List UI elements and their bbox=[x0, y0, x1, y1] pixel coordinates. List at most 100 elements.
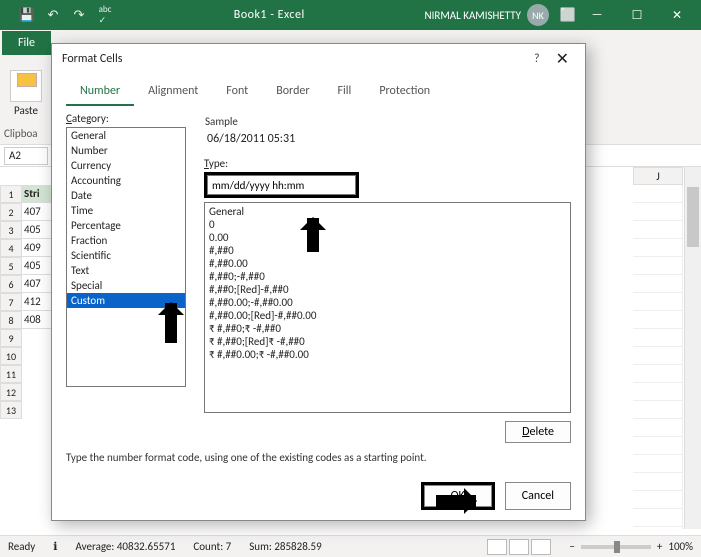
format-option[interactable]: #,##0;[Red]-#,##0 bbox=[209, 283, 566, 296]
page-layout-button[interactable] bbox=[509, 539, 529, 555]
dialog-close-button[interactable]: ✕ bbox=[550, 49, 575, 69]
dialog-titlebar[interactable]: Format Cells ? ✕ bbox=[52, 44, 585, 74]
vertical-scrollbar[interactable] bbox=[684, 167, 701, 529]
format-option[interactable]: General bbox=[209, 205, 566, 218]
close-button[interactable]: ✕ bbox=[657, 0, 697, 30]
category-option[interactable]: Text bbox=[67, 263, 185, 278]
help-button[interactable]: ? bbox=[524, 52, 550, 66]
tab-border[interactable]: Border bbox=[262, 78, 323, 106]
row-header[interactable]: 10 bbox=[0, 347, 22, 365]
cell[interactable]: 412 bbox=[22, 293, 52, 311]
category-label: Category: bbox=[66, 112, 186, 125]
category-option[interactable]: Percentage bbox=[67, 218, 185, 233]
tab-font[interactable]: Font bbox=[212, 78, 262, 106]
name-box[interactable]: A2 bbox=[4, 147, 48, 165]
row-header[interactable]: 6 bbox=[0, 275, 22, 293]
row-header[interactable]: 8 bbox=[0, 311, 22, 329]
format-option[interactable]: #,##0 bbox=[209, 244, 566, 257]
format-option[interactable]: ₹ #,##0;[Red]₹ -#,##0 bbox=[209, 335, 566, 348]
tab-protection[interactable]: Protection bbox=[365, 78, 444, 106]
file-tab[interactable]: File bbox=[2, 31, 51, 55]
empty-column[interactable] bbox=[633, 185, 683, 529]
cell[interactable]: 407 bbox=[22, 203, 52, 221]
zoom-level[interactable]: 100% bbox=[668, 540, 693, 553]
format-cells-dialog: Format Cells ? ✕ NumberAlignmentFontBord… bbox=[51, 43, 586, 521]
minimize-button[interactable]: — bbox=[577, 0, 617, 30]
category-option[interactable]: Date bbox=[67, 188, 185, 203]
account-name: NIRMAL KAMISHETTY bbox=[425, 9, 522, 22]
format-option[interactable]: 0.00 bbox=[209, 231, 566, 244]
mode-indicator: Ready bbox=[8, 540, 35, 553]
row-header[interactable]: 4 bbox=[0, 239, 22, 257]
cell[interactable]: 409 bbox=[22, 239, 52, 257]
row-header[interactable]: 9 bbox=[0, 329, 22, 347]
redo-icon[interactable]: ↷ bbox=[70, 6, 88, 24]
ribbon-options-icon[interactable]: ⬜ bbox=[559, 6, 577, 24]
type-input-highlight bbox=[204, 172, 359, 198]
category-option[interactable]: Time bbox=[67, 203, 185, 218]
category-option[interactable]: Number bbox=[67, 143, 185, 158]
scrollbar-thumb[interactable] bbox=[687, 187, 699, 247]
spellcheck-icon[interactable]: abc✓ bbox=[96, 6, 114, 24]
window-titlebar: 💾 ↶ ↷ abc✓ Book1 - Excel NIRMAL KAMISHET… bbox=[0, 0, 701, 30]
row-header[interactable]: 2 bbox=[0, 203, 22, 221]
count-value: 7 bbox=[226, 540, 232, 553]
clipboard-icon[interactable] bbox=[10, 70, 42, 102]
zoom-out-button[interactable]: − bbox=[569, 540, 574, 553]
format-option[interactable]: ₹ #,##0;₹ -#,##0 bbox=[209, 322, 566, 335]
count-label: Count: bbox=[193, 540, 223, 553]
maximize-button[interactable]: ☐ bbox=[617, 0, 657, 30]
row-header[interactable]: 5 bbox=[0, 257, 22, 275]
format-option[interactable]: #,##0;-#,##0 bbox=[209, 270, 566, 283]
row-header[interactable]: 7 bbox=[0, 293, 22, 311]
category-option[interactable]: General bbox=[67, 128, 185, 143]
format-option[interactable]: #,##0.00 bbox=[209, 257, 566, 270]
row-header[interactable]: 11 bbox=[0, 365, 22, 383]
type-input[interactable] bbox=[207, 175, 356, 195]
save-icon[interactable]: 💾 bbox=[18, 6, 36, 24]
annotation-arrow-ok bbox=[436, 495, 476, 507]
format-option[interactable]: #,##0.00;-#,##0.00 bbox=[209, 296, 566, 309]
format-option[interactable]: ₹ #,##0.00;₹ -#,##0.00 bbox=[209, 348, 566, 361]
tab-number[interactable]: Number bbox=[66, 78, 134, 106]
category-option[interactable]: Scientific bbox=[67, 248, 185, 263]
type-label: Type: bbox=[204, 157, 571, 170]
row-header[interactable]: 1 bbox=[0, 185, 22, 203]
zoom-slider[interactable] bbox=[581, 545, 651, 549]
cell[interactable]: 405 bbox=[22, 221, 52, 239]
dialog-title: Format Cells bbox=[62, 52, 524, 66]
zoom-control: − + 100% bbox=[569, 540, 693, 553]
quick-access-toolbar: 💾 ↶ ↷ abc✓ bbox=[18, 6, 114, 24]
zoom-in-button[interactable]: + bbox=[657, 540, 662, 553]
page-break-button[interactable] bbox=[531, 539, 551, 555]
category-option[interactable]: Fraction bbox=[67, 233, 185, 248]
avatar[interactable]: NK bbox=[527, 4, 549, 26]
cell[interactable]: 408 bbox=[22, 311, 52, 329]
column-header[interactable]: J bbox=[633, 167, 683, 185]
tab-fill[interactable]: Fill bbox=[324, 78, 366, 106]
row-header[interactable]: 13 bbox=[0, 401, 22, 419]
delete-button[interactable]: Delete bbox=[505, 421, 571, 443]
row-header[interactable]: 3 bbox=[0, 221, 22, 239]
cancel-button[interactable]: Cancel bbox=[505, 482, 571, 510]
zoom-slider-thumb[interactable] bbox=[614, 541, 620, 553]
format-option[interactable]: 0 bbox=[209, 218, 566, 231]
window-controls: — ☐ ✕ bbox=[577, 0, 697, 30]
category-option[interactable]: Accounting bbox=[67, 173, 185, 188]
category-list[interactable]: GeneralNumberCurrencyAccountingDateTimeP… bbox=[66, 127, 186, 387]
normal-view-button[interactable] bbox=[487, 539, 507, 555]
format-option[interactable]: #,##0.00;[Red]-#,##0.00 bbox=[209, 309, 566, 322]
cell[interactable]: 407 bbox=[22, 275, 52, 293]
row-header[interactable]: 12 bbox=[0, 383, 22, 401]
average-label: Average: bbox=[75, 540, 114, 553]
accessibility-icon[interactable]: ℹ bbox=[53, 540, 57, 553]
dialog-tabs: NumberAlignmentFontBorderFillProtection bbox=[66, 78, 571, 106]
average-value: 40832.65571 bbox=[117, 540, 176, 553]
undo-icon[interactable]: ↶ bbox=[44, 6, 62, 24]
cell[interactable]: Stri bbox=[22, 185, 52, 203]
tab-alignment[interactable]: Alignment bbox=[134, 78, 212, 106]
cell[interactable]: 405 bbox=[22, 257, 52, 275]
annotation-arrow-type bbox=[307, 218, 319, 252]
format-code-list[interactable]: General00.00#,##0#,##0.00#,##0;-#,##0#,#… bbox=[204, 202, 571, 413]
category-option[interactable]: Currency bbox=[67, 158, 185, 173]
